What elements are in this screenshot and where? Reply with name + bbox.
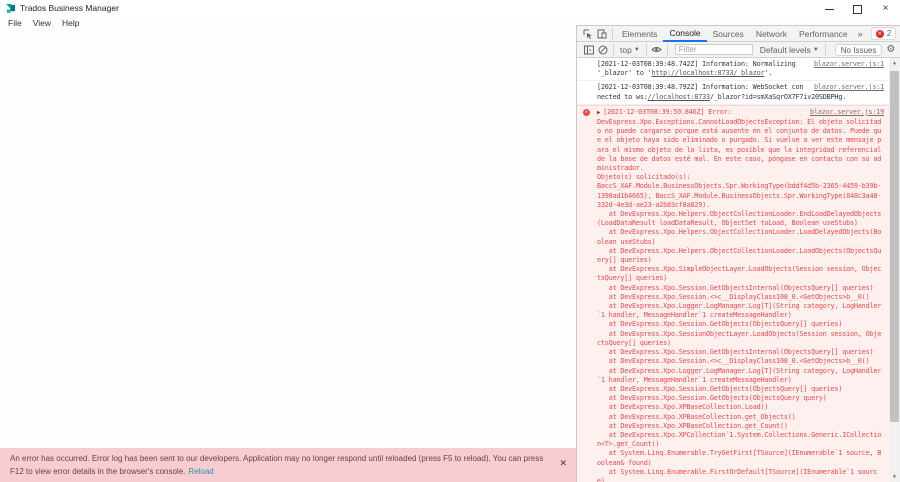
menubar: File View Help xyxy=(0,16,79,29)
filter-input[interactable] xyxy=(674,44,753,55)
error-icon: ✕ xyxy=(875,29,884,38)
source-link[interactable]: blazor.server.js:1 xyxy=(814,83,884,92)
tab-sources[interactable]: Sources xyxy=(707,26,750,42)
close-icon[interactable]: ✕ xyxy=(559,457,567,470)
menu-file[interactable]: File xyxy=(8,18,22,28)
tab-console[interactable]: Console xyxy=(663,26,707,42)
expand-triangle-icon[interactable]: ▶ xyxy=(597,110,600,116)
devtools-panel: Elements Console Sources Network Perform… xyxy=(576,25,900,482)
issues-counter[interactable]: No Issues xyxy=(834,43,883,56)
console-settings-gear-icon[interactable]: ⚙ xyxy=(882,44,899,55)
error-count: 2 xyxy=(886,29,892,38)
console-sidebar-icon[interactable] xyxy=(582,43,596,57)
device-toolbar-icon[interactable] xyxy=(595,27,609,41)
scroll-up-icon[interactable]: ▲ xyxy=(889,58,900,68)
chevron-down-icon: ▼ xyxy=(812,46,819,53)
console-text-link[interactable]: http://localhost:8733/_blazor xyxy=(652,69,765,77)
error-icon: ✕ xyxy=(583,108,590,116)
context-label: top xyxy=(620,44,632,55)
scrollbar-thumb[interactable] xyxy=(890,71,899,422)
live-expression-eye-icon[interactable] xyxy=(650,43,664,57)
console-message: blazor.server.js:19 ✕ ▶ [2021-12-03T08:39:5… xyxy=(577,104,900,482)
more-tabs-icon[interactable]: » xyxy=(854,29,867,39)
inspect-element-icon[interactable] xyxy=(581,27,595,41)
tab-performance[interactable]: Performance xyxy=(793,26,854,42)
app-content-area xyxy=(0,29,576,448)
error-banner-text: An error has occurred. Error log has bee… xyxy=(10,454,544,476)
console-message: blazor.server.js:1 [2021-12-03T08:39:48.7… xyxy=(577,58,900,82)
console-scrollbar[interactable]: ▲ ▼ xyxy=(889,58,900,482)
app-window: Trados Business Manager × File View Help… xyxy=(0,0,900,482)
log-levels-label: Default levels xyxy=(759,44,811,55)
app-logo-icon xyxy=(6,3,15,13)
devtools-tabbar: Elements Console Sources Network Perform… xyxy=(577,26,900,42)
console-message-text: [2021-12-03T08:39:48.742Z] Information: … xyxy=(597,60,800,78)
console-message-text: [2021-12-03T08:39:50.846Z] Error: DevExp… xyxy=(597,107,882,482)
console-message: blazor.server.js:1 [2021-12-03T08:39:48.7… xyxy=(577,81,900,105)
chevron-down-icon: ▼ xyxy=(633,46,640,53)
source-link[interactable]: blazor.server.js:19 xyxy=(810,108,884,117)
error-count-badge[interactable]: ✕ 2 xyxy=(870,27,897,40)
scroll-down-icon[interactable]: ▼ xyxy=(889,472,900,482)
log-levels-selector[interactable]: Default levels ▼ xyxy=(757,45,822,55)
source-link[interactable]: blazor.server.js:1 xyxy=(814,60,884,69)
console-log: blazor.server.js:1 [2021-12-03T08:39:48.7… xyxy=(577,58,900,482)
tab-network[interactable]: Network xyxy=(750,26,793,42)
console-toolbar: top ▼ Default levels ▼ No Issues ⚙ xyxy=(577,42,900,58)
error-banner: An error has occurred. Error log has bee… xyxy=(0,448,576,482)
window-title: Trados Business Manager xyxy=(20,3,119,13)
window-titlebar: Trados Business Manager × xyxy=(0,0,900,16)
window-close-icon[interactable]: × xyxy=(881,3,890,13)
reload-link[interactable]: Reload xyxy=(188,467,213,476)
clear-console-icon[interactable] xyxy=(596,43,610,57)
tab-elements[interactable]: Elements xyxy=(616,26,663,42)
console-message-text: [2021-12-03T08:39:48.792Z] Information: … xyxy=(597,83,847,101)
menu-view[interactable]: View xyxy=(33,18,51,28)
menu-help[interactable]: Help xyxy=(62,18,79,28)
window-controls: × xyxy=(825,3,900,14)
context-selector[interactable]: top ▼ xyxy=(617,45,643,55)
minimize-icon[interactable] xyxy=(825,4,834,13)
maximize-icon[interactable] xyxy=(853,4,862,14)
console-text-link[interactable]: //localhost:8733 xyxy=(648,93,710,101)
